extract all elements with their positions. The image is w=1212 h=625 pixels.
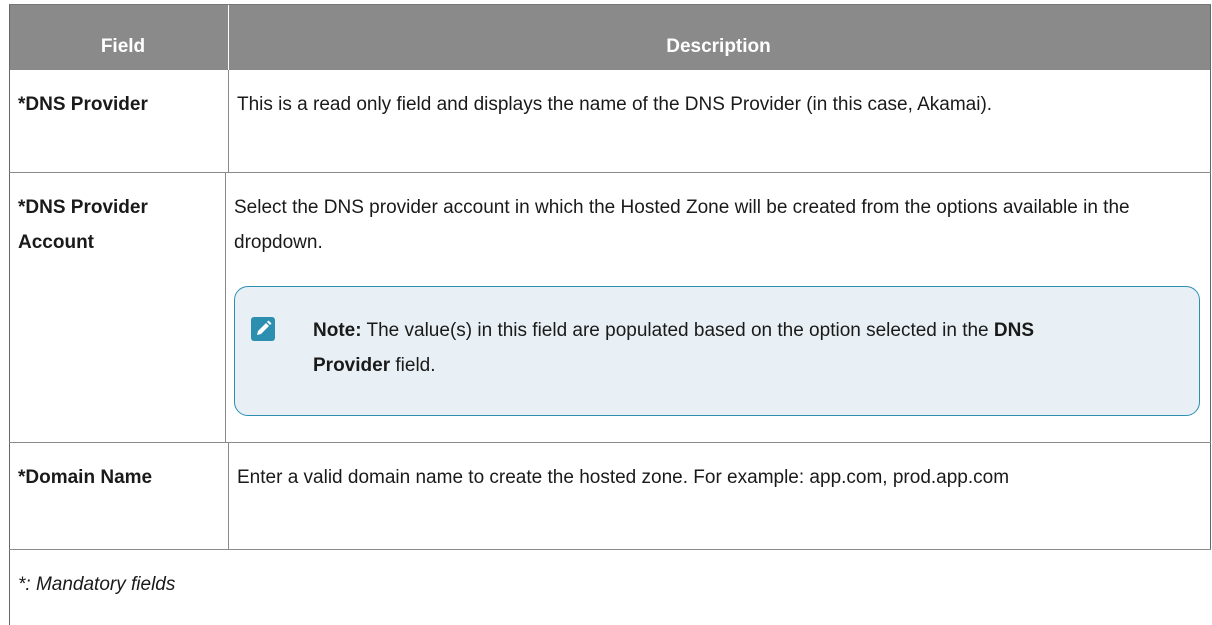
table-header: Field Description xyxy=(9,4,1211,70)
field-description: Enter a valid domain name to create the … xyxy=(229,443,1211,549)
table-row: *DNS Provider Account Select the DNS pro… xyxy=(9,173,1211,443)
table-row: *Domain Name Enter a valid domain name t… xyxy=(9,443,1211,550)
header-field: Field xyxy=(9,5,229,70)
header-description: Description xyxy=(229,5,1211,70)
field-name: *DNS Provider xyxy=(9,70,229,172)
note-label: Note: xyxy=(313,320,362,341)
field-name-line1: *DNS Provider xyxy=(18,197,148,218)
note-body-1: The value(s) in this field are populated… xyxy=(361,320,994,341)
note-text: Note: The value(s) in this field are pop… xyxy=(313,313,1073,383)
field-name: *Domain Name xyxy=(9,443,229,549)
field-name-line2: Account xyxy=(18,232,94,253)
table-row: *DNS Provider This is a read only field … xyxy=(9,70,1211,173)
description-text: Select the DNS provider account in which… xyxy=(234,197,1130,253)
note-body-2: field. xyxy=(390,355,436,376)
note-box: Note: The value(s) in this field are pop… xyxy=(234,286,1200,416)
fields-table: Field Description *DNS Provider This is … xyxy=(9,4,1211,625)
footnote: *: Mandatory fields xyxy=(9,550,1211,625)
field-description: This is a read only field and displays t… xyxy=(229,70,1211,172)
field-description: Select the DNS provider account in which… xyxy=(226,173,1211,442)
edit-note-icon xyxy=(251,317,275,341)
field-name: *DNS Provider Account xyxy=(9,173,226,442)
